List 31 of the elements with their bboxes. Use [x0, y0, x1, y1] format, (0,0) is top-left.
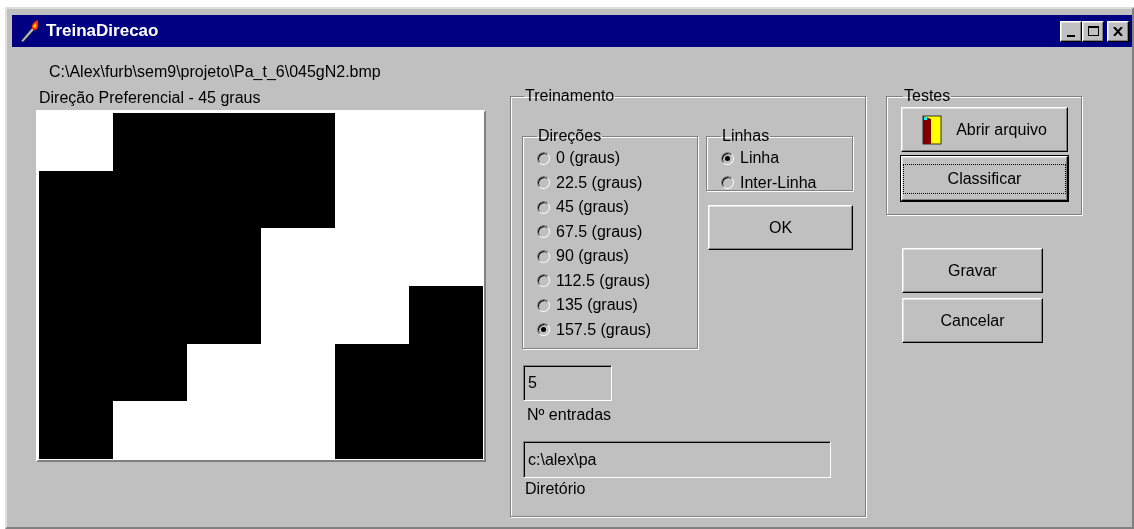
group-title: Linhas	[721, 127, 771, 145]
image-caption: Direção Preferencial - 45 graus	[38, 88, 262, 108]
radio-option[interactable]: 112.5 (graus)	[537, 268, 697, 293]
radio-option[interactable]: 90 (graus)	[537, 244, 697, 269]
directory-label: Diretório	[525, 479, 587, 499]
group-title: Direções	[537, 127, 603, 145]
entries-field[interactable]: 5	[523, 365, 612, 401]
entries-label: Nº entradas	[527, 405, 613, 425]
door-icon	[922, 114, 943, 145]
radio-option[interactable]: 67.5 (graus)	[537, 219, 697, 244]
action-button[interactable]: Gravar	[902, 248, 1043, 293]
radio-option[interactable]: 157.5 (graus)	[537, 317, 697, 342]
radio-option[interactable]: 45 (graus)	[537, 195, 697, 220]
radio-option[interactable]: 0 (graus)	[537, 146, 697, 171]
close-button[interactable]	[1107, 20, 1129, 42]
group-title: Treinamento	[524, 87, 616, 105]
radio-option[interactable]: 135 (graus)	[537, 293, 697, 318]
minimize-button[interactable]	[1060, 20, 1082, 42]
directory-field[interactable]: c:\alex\pa	[523, 441, 831, 478]
maximize-button[interactable]	[1082, 20, 1104, 42]
radio-option[interactable]: 22.5 (graus)	[537, 170, 697, 195]
classify-button[interactable]: Classificar	[901, 156, 1068, 201]
radio-option[interactable]: Linha	[721, 146, 852, 171]
open-file-button[interactable]: Abrir arquivo	[901, 107, 1068, 152]
close-icon	[1113, 26, 1123, 36]
radio-option[interactable]: Inter-Linha	[721, 170, 852, 195]
ok-button[interactable]: OK	[708, 205, 853, 250]
action-button[interactable]: Cancelar	[902, 298, 1043, 343]
group-title: Testes	[903, 87, 952, 105]
window-title: TreinaDirecao	[46, 20, 159, 43]
file-path: C:\Alex\furb\sem9\projeto\Pa_t_6\045gN2.bmp	[48, 62, 382, 82]
